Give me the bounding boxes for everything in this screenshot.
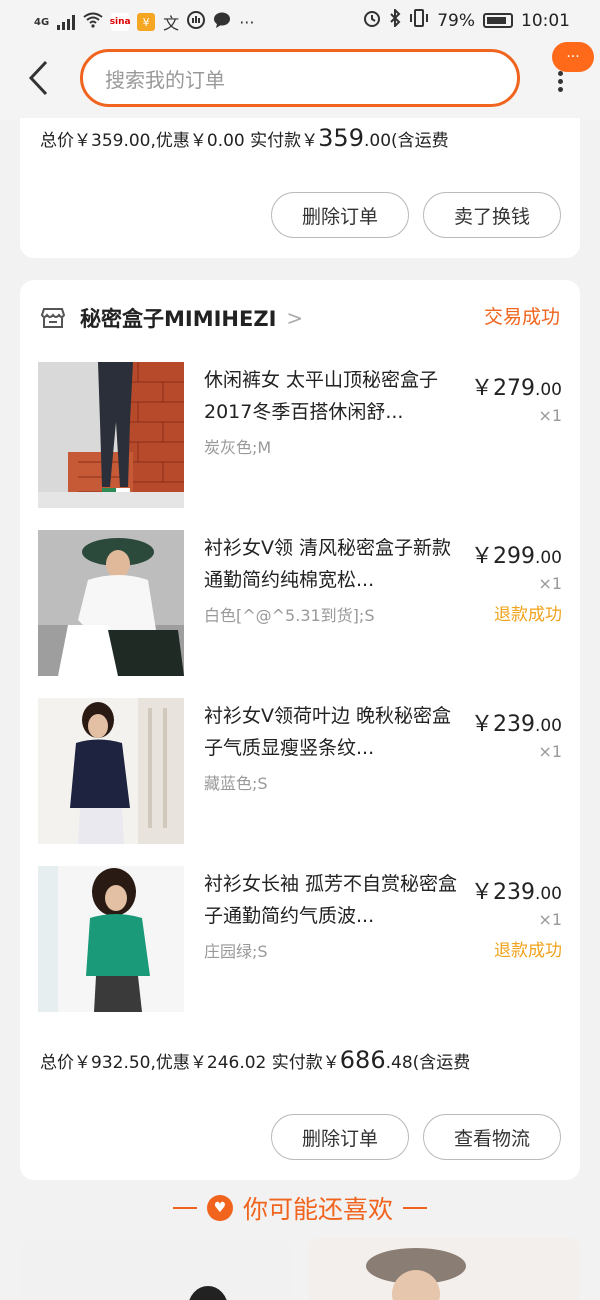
recommend-card[interactable] [308, 1238, 580, 1300]
chat-icon [213, 11, 231, 33]
order-status: 交易成功 [483, 306, 560, 328]
product-name: 休闲裤女 太平山顶秘密盒子2017冬季百搭休闲舒... [204, 369, 439, 423]
search-input[interactable]: 搜索我的订单 [80, 49, 520, 107]
product-name: 衬衫女V领 清风秘密盒子新款通勤简约纯棉宽松... [204, 537, 452, 591]
product-qty: ×1 [538, 910, 562, 929]
shipping-note: (含运费 [391, 131, 449, 151]
battery-icon [483, 13, 513, 28]
order-total: 总价￥359.00,优惠￥0.00 实付款￥359.00(含运费 [40, 124, 449, 152]
network-label: 4G [34, 16, 50, 28]
bluetooth-icon [389, 7, 401, 32]
sina-icon: sina [110, 13, 131, 31]
product-image [38, 866, 184, 1012]
product-qty: ×1 [538, 742, 562, 761]
product-price: ￥239.00 [470, 712, 562, 737]
order-item[interactable]: 衬衫女V领 清风秘密盒子新款通勤简约纯棉宽松... 白色[^@^5.31到货];… [38, 530, 562, 676]
heart-icon: ♥ [206, 1195, 233, 1221]
order-card: 秘密盒子MIMIHEZI > 交易成功 休闲裤女 太平山顶秘密盒子2017冬季百… [20, 280, 580, 1180]
product-image [308, 1238, 580, 1300]
product-spec: 庄园绿;S [204, 942, 268, 961]
clock: 10:01 [521, 10, 570, 31]
order-total: 总价￥932.50,优惠￥246.02 实付款￥686.48(含运费 [40, 1046, 470, 1074]
paid-decimal: .48 [385, 1053, 413, 1073]
total-text: 总价￥359.00,优惠￥0.00 实付款￥ [40, 131, 319, 151]
alarm-icon [363, 9, 381, 32]
shipping-note: (含运费 [412, 1053, 471, 1073]
product-qty: ×1 [538, 574, 562, 593]
resell-button[interactable]: 卖了换钱 [423, 192, 561, 238]
product-spec: 炭灰色;M [204, 438, 272, 457]
product-image [20, 1238, 292, 1300]
product-name: 衬衫女长袖 孤芳不自赏秘密盒子通勤简约气质波... [204, 873, 458, 927]
total-text: 总价￥932.50,优惠￥246.02 实付款￥ [40, 1053, 340, 1073]
paid-amount: 686 [339, 1046, 386, 1074]
shop-header[interactable]: 秘密盒子MIMIHEZI > [40, 300, 560, 336]
product-name: 衬衫女V领荷叶边 晚秋秘密盒子气质显瘦竖条纹... [204, 705, 452, 759]
chevron-left-icon [28, 60, 48, 96]
vibrate-icon [409, 9, 429, 32]
view-logistics-button[interactable]: 查看物流 [423, 1114, 561, 1160]
header-bar: 搜索我的订单 ··· [0, 40, 600, 120]
back-button[interactable] [22, 58, 54, 98]
more-dots-icon: ··· [239, 12, 255, 32]
chevron-right-icon: > [286, 306, 304, 330]
order-item[interactable]: 衬衫女V领荷叶边 晚秋秘密盒子气质显瘦竖条纹... 藏蓝色;S ￥239.00 … [38, 698, 562, 844]
battery-percent: 79% [437, 10, 475, 31]
paid-amount: 359 [318, 124, 364, 152]
delete-order-button[interactable]: 删除订单 [271, 1114, 409, 1160]
status-bar: 4G sina ¥ 文 ··· 79% 10:01 [0, 0, 600, 40]
product-image [38, 530, 184, 676]
product-price: ￥279.00 [470, 376, 562, 401]
divider [172, 1207, 197, 1209]
refund-status: 退款成功 [494, 605, 562, 625]
order-item[interactable]: 休闲裤女 太平山顶秘密盒子2017冬季百搭休闲舒... 炭灰色;M ￥279.0… [38, 362, 562, 508]
refund-status: 退款成功 [494, 941, 562, 961]
signal-icon [57, 14, 76, 30]
order-item[interactable]: 衬衫女长袖 孤芳不自赏秘密盒子通勤简约气质波... 庄园绿;S ￥239.00 … [38, 866, 562, 1012]
translate-icon: 文 [163, 14, 180, 33]
recommend-card[interactable] [20, 1238, 292, 1300]
product-spec: 白色[^@^5.31到货];S [204, 606, 375, 625]
paid-decimal: .00 [363, 131, 392, 151]
more-menu-button[interactable] [548, 68, 572, 108]
message-badge[interactable]: ··· [552, 42, 594, 72]
search-placeholder: 搜索我的订单 [105, 67, 225, 92]
shop-icon [40, 308, 66, 328]
recommend-header: ♥ 你可能还喜欢 [0, 1186, 600, 1230]
wifi-icon [83, 12, 103, 32]
product-spec: 藏蓝色;S [204, 774, 268, 793]
yellow-app-icon: ¥ [137, 13, 156, 31]
recommend-title: 你可能还喜欢 [242, 1195, 393, 1224]
product-image [38, 698, 184, 844]
product-qty: ×1 [538, 406, 562, 425]
hand-icon [187, 11, 206, 33]
order-card: 总价￥359.00,优惠￥0.00 实付款￥359.00(含运费 删除订单 卖了… [20, 118, 580, 258]
divider [403, 1207, 427, 1209]
delete-order-button[interactable]: 删除订单 [271, 192, 409, 238]
shop-name: 秘密盒子MIMIHEZI [80, 307, 277, 331]
product-price: ￥239.00 [470, 880, 562, 905]
product-price: ￥299.00 [470, 544, 562, 569]
product-image [38, 362, 184, 508]
